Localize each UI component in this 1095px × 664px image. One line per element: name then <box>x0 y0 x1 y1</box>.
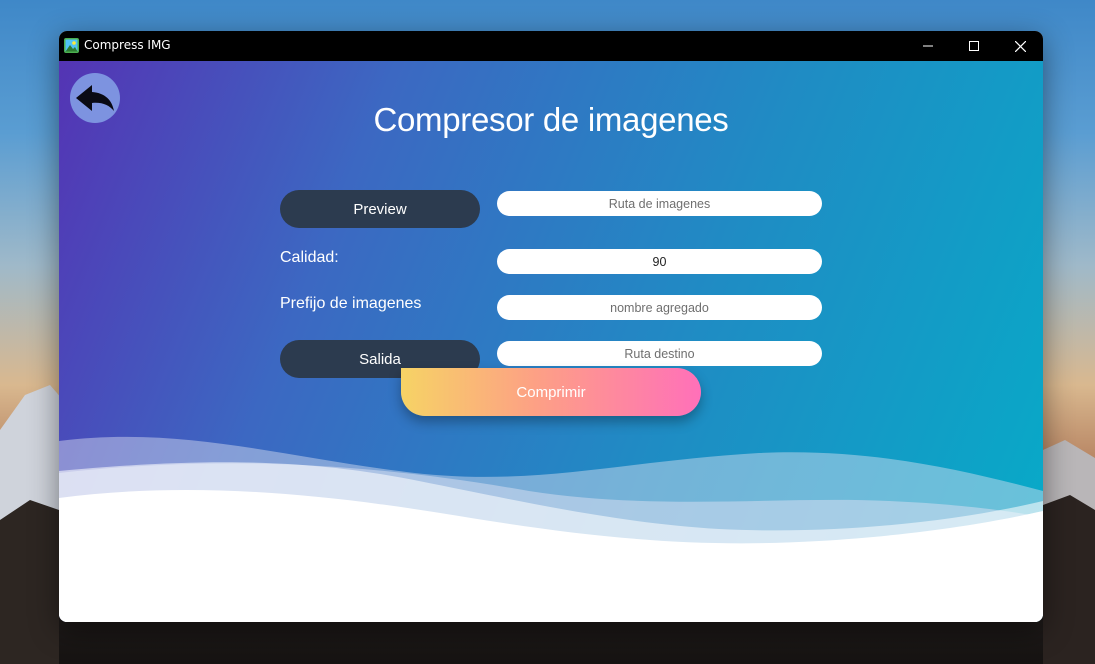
title-bar: Compress IMG <box>59 31 1043 61</box>
maximize-icon <box>969 41 979 51</box>
compress-button[interactable]: Comprimir <box>401 368 701 416</box>
close-button[interactable] <box>997 31 1043 61</box>
minimize-icon <box>923 45 933 47</box>
app-content: Compresor de imagenes Preview Calidad: P… <box>59 61 1043 622</box>
prefix-label: Prefijo de imagenes <box>280 295 422 312</box>
images-path-input[interactable] <box>497 191 822 216</box>
preview-button[interactable]: Preview <box>280 190 480 228</box>
quality-label: Calidad: <box>280 249 339 266</box>
prefix-input[interactable] <box>497 295 822 320</box>
minimize-button[interactable] <box>905 31 951 61</box>
output-path-input[interactable] <box>497 341 822 366</box>
page-title: Compresor de imagenes <box>373 101 729 138</box>
desktop-wallpaper: Compress IMG Compresor de imagenes Previ… <box>0 0 1095 664</box>
maximize-button[interactable] <box>951 31 997 61</box>
app-window: Compress IMG Compresor de imagenes Previ… <box>59 31 1043 622</box>
image-icon <box>64 38 79 53</box>
quality-input[interactable] <box>497 249 822 274</box>
window-title: Compress IMG <box>84 38 171 52</box>
close-icon <box>1014 40 1026 52</box>
